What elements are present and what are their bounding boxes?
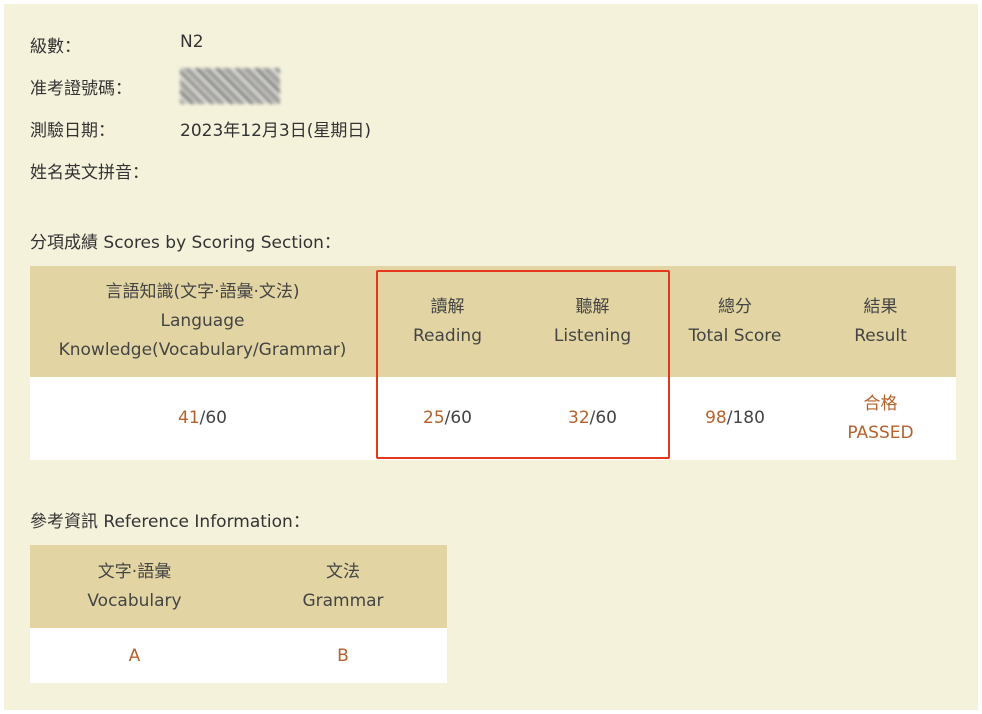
- score-language-knowledge: 41/60: [30, 377, 375, 460]
- scores-section-title: 分項成績 Scores by Scoring Section：: [30, 233, 341, 253]
- header-label: Reading: [412, 325, 482, 346]
- header-label: 總分: [718, 296, 752, 317]
- level-value: N2: [180, 32, 204, 52]
- header-label: 文字·語彙: [97, 561, 172, 582]
- header-vocabulary: 文字·語彙 Vocabulary: [30, 545, 239, 628]
- score-listening: 32/60: [520, 377, 665, 460]
- header-label: 結果: [863, 296, 898, 317]
- test-date-value: 2023年12月3日(星期日): [180, 121, 371, 141]
- header-total-score: 總分 Total Score: [665, 266, 805, 377]
- exam-number-label: 准考證號碼：: [30, 79, 132, 99]
- header-label: 聽解: [575, 296, 610, 317]
- reference-table: 文字·語彙 Vocabulary 文法 Grammar A B: [30, 545, 447, 683]
- header-label: Vocabulary: [87, 590, 182, 611]
- score-total: 98/180: [665, 377, 805, 460]
- score-value: 98: [705, 408, 727, 428]
- scores-header-row: 言語知識(文字·語彙·文法) Language Knowledge(Vocabu…: [30, 266, 956, 377]
- test-date-label: 測驗日期：: [30, 121, 115, 141]
- result-zh: 合格: [863, 393, 898, 414]
- header-label: 讀解: [430, 296, 465, 317]
- reference-header-row: 文字·語彙 Vocabulary 文法 Grammar: [30, 545, 447, 628]
- header-label: 言語知識(文字·語彙·文法): [105, 282, 300, 302]
- header-label: Listening: [553, 325, 632, 346]
- scores-value-row: 41/60 25/60 32/60 98/180 合格 PASSED: [30, 377, 956, 460]
- result-status: 合格 PASSED: [805, 377, 956, 460]
- scores-table: 言語知識(文字·語彙·文法) Language Knowledge(Vocabu…: [30, 266, 956, 460]
- score-max: /60: [444, 408, 472, 428]
- header-grammar: 文法 Grammar: [239, 545, 447, 628]
- header-label: Result: [854, 325, 907, 346]
- score-value: 32: [568, 408, 590, 428]
- header-label: Language: [160, 311, 245, 331]
- exam-number-redacted: [180, 68, 280, 104]
- grade-value: B: [337, 645, 349, 666]
- grade-value: A: [128, 645, 141, 666]
- reference-value-row: A B: [30, 628, 447, 683]
- score-max: /60: [589, 408, 617, 428]
- header-result: 結果 Result: [805, 266, 956, 377]
- grade-vocabulary: A: [30, 628, 239, 683]
- header-reading: 讀解 Reading: [375, 266, 520, 377]
- grade-grammar: B: [239, 628, 447, 683]
- score-max: /180: [726, 408, 765, 428]
- result-en: PASSED: [847, 422, 914, 443]
- score-max: /60: [199, 408, 227, 428]
- score-value: 25: [423, 408, 445, 428]
- header-label: Total Score: [688, 325, 782, 346]
- header-listening: 聽解 Listening: [520, 266, 665, 377]
- reference-section-title: 參考資訊 Reference Information：: [30, 512, 310, 532]
- header-label: 文法: [326, 561, 360, 582]
- header-label: Knowledge(Vocabulary/Grammar): [58, 340, 347, 360]
- name-label: 姓名英文拼音：: [30, 163, 149, 183]
- header-label: Grammar: [302, 590, 384, 611]
- score-value: 41: [178, 408, 200, 428]
- score-reading: 25/60: [375, 377, 520, 460]
- level-label: 級數：: [30, 37, 81, 57]
- header-language-knowledge: 言語知識(文字·語彙·文法) Language Knowledge(Vocabu…: [30, 266, 375, 377]
